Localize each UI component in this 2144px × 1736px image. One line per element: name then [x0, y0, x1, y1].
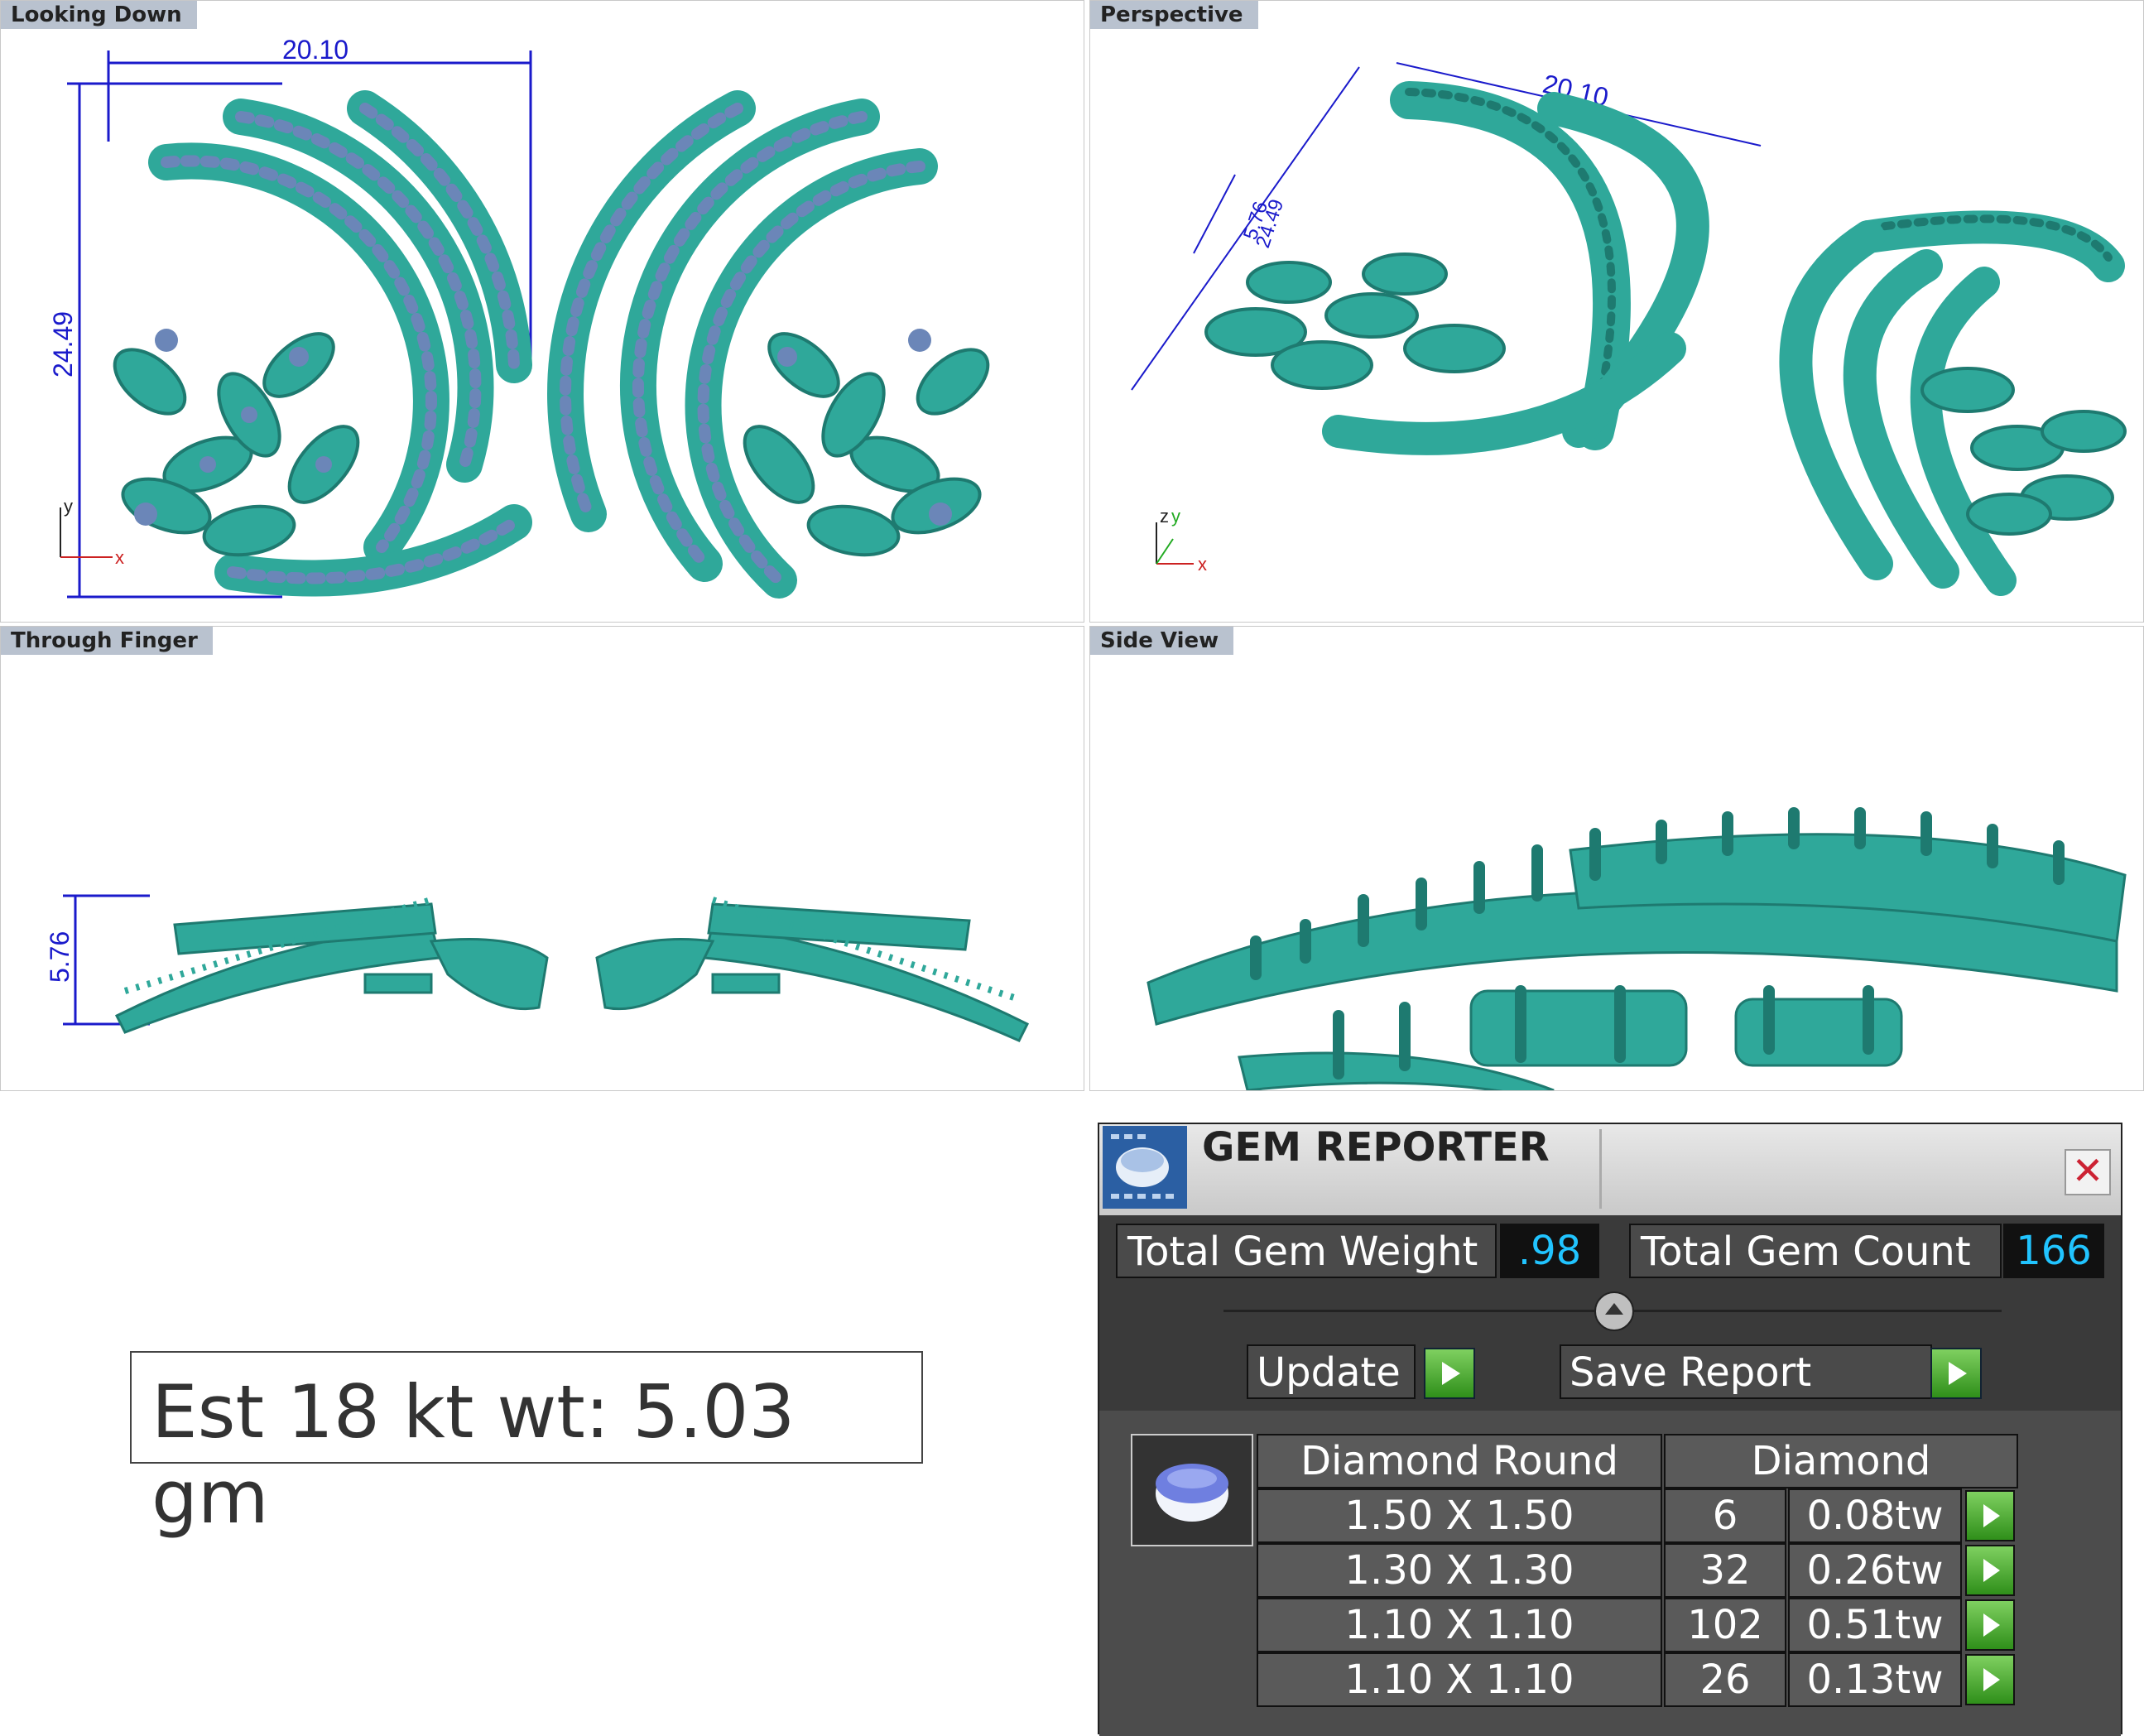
gem-reporter-header: GEM REPORTER ✕ — [1099, 1124, 2121, 1215]
viewport-perspective[interactable]: Perspective 20.10 24.49 5.76 z y x — [1089, 0, 2144, 623]
dimension-height-label: 24.49 — [48, 311, 78, 377]
side-view-drawing — [1147, 807, 2127, 1090]
diamond-round-icon — [1131, 1434, 1253, 1546]
svg-text:y: y — [64, 496, 73, 517]
svg-text:y: y — [1171, 506, 1180, 527]
row-size: 1.10 X 1.10 — [1257, 1598, 1662, 1652]
axis-gizmo: y x — [60, 496, 124, 568]
earring-right — [547, 90, 990, 599]
save-report-go-icon[interactable] — [1930, 1348, 1982, 1399]
row-size: 1.10 X 1.10 — [1257, 1652, 1662, 1707]
perspective-drawing: 20.10 24.49 5.76 z y x — [1131, 62, 2127, 596]
row-count: 6 — [1664, 1488, 1786, 1543]
weight-estimate-text: Est 18 kt wt: 5.03 gm — [151, 1369, 796, 1540]
gem-reporter-title: GEM REPORTER — [1202, 1124, 1550, 1171]
row-count: 26 — [1664, 1652, 1786, 1707]
earring-left-perspective — [1204, 81, 1709, 455]
row-go-icon[interactable] — [1965, 1654, 2015, 1705]
row-count: 102 — [1664, 1598, 1786, 1652]
viewport-side-view[interactable]: Side View — [1089, 626, 2144, 1091]
row-go-icon[interactable] — [1965, 1545, 2015, 1596]
header-divider — [1599, 1129, 1602, 1209]
close-button[interactable]: ✕ — [2065, 1149, 2111, 1195]
svg-text:z: z — [1160, 506, 1169, 527]
total-gem-weight-label: Total Gem Weight — [1116, 1224, 1497, 1278]
dimension-height-label: 5.76 — [45, 931, 75, 983]
total-gem-weight-value: .98 — [1500, 1224, 1599, 1278]
row-weight: 0.26tw — [1788, 1543, 1962, 1598]
row-count: 32 — [1664, 1543, 1786, 1598]
row-weight: 0.51tw — [1788, 1598, 1962, 1652]
earring-left-side — [114, 902, 549, 1034]
total-gem-count-value: 166 — [2003, 1224, 2104, 1278]
svg-text:x: x — [1198, 554, 1207, 575]
weight-estimate-box: Est 18 kt wt: 5.03 gm — [130, 1351, 923, 1540]
row-size: 1.30 X 1.30 — [1257, 1543, 1662, 1598]
earring-right-perspective — [1779, 210, 2127, 596]
gem-reporter-panel: GEM REPORTER ✕ Total Gem Weight .98 Tota… — [1098, 1123, 2122, 1736]
table-header: Diamond — [1664, 1434, 2018, 1488]
row-weight: 0.08tw — [1788, 1488, 1962, 1543]
update-go-icon[interactable] — [1424, 1348, 1475, 1399]
save-report-button[interactable]: Save Report — [1560, 1344, 1932, 1399]
row-go-icon[interactable] — [1965, 1490, 2015, 1541]
viewport-looking-down[interactable]: Looking Down 20.10 24.49 y x — [0, 0, 1084, 623]
collapse-toggle-icon[interactable] — [1594, 1291, 1634, 1331]
viewport-through-finger[interactable]: Through Finger 5.76 — [0, 626, 1084, 1091]
axis-gizmo: z y x — [1156, 506, 1207, 575]
earring-left — [113, 90, 532, 597]
total-gem-count-label: Total Gem Count — [1629, 1224, 2002, 1278]
through-finger-drawing: 5.76 — [45, 894, 1030, 1042]
row-go-icon[interactable] — [1965, 1599, 2015, 1651]
table-header: Diamond Round — [1257, 1434, 1662, 1488]
update-button[interactable]: Update — [1247, 1344, 1416, 1399]
earring-side-render — [1147, 833, 2127, 1090]
earring-right-side — [595, 902, 1030, 1042]
dimension-width-label: 20.10 — [282, 35, 349, 65]
svg-text:x: x — [115, 547, 124, 568]
top-view-drawing: 20.10 24.49 y x — [48, 35, 990, 599]
row-size: 1.50 X 1.50 — [1257, 1488, 1662, 1543]
row-weight: 0.13tw — [1788, 1652, 1962, 1707]
gem-reporter-logo-icon — [1103, 1126, 1187, 1209]
